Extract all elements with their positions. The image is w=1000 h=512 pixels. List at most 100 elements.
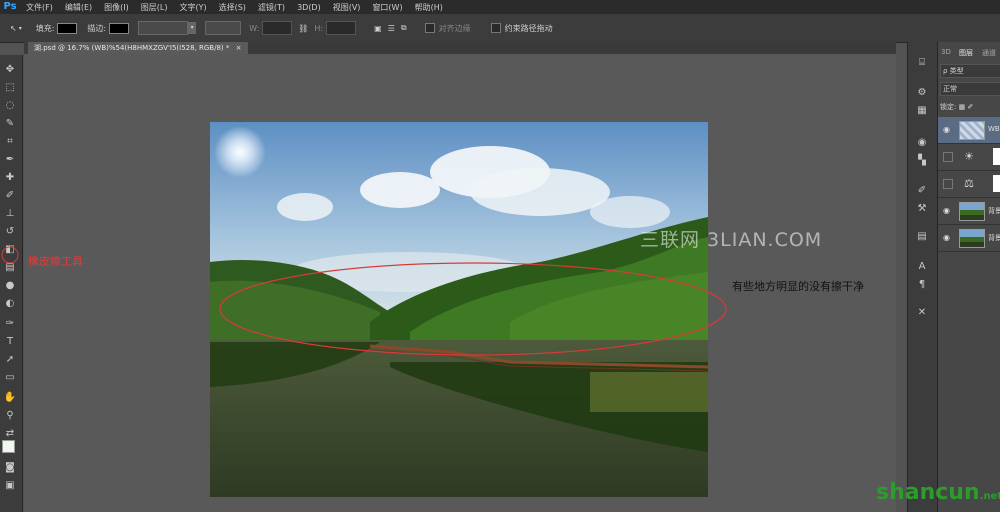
visibility-toggle[interactable] bbox=[943, 179, 953, 189]
align-edges-checkbox[interactable] bbox=[424, 23, 435, 33]
menu-file[interactable]: 文件(F) bbox=[20, 2, 59, 13]
blend-mode-value: 正常 bbox=[943, 85, 957, 93]
paragraph-icon[interactable]: ¶ bbox=[915, 278, 929, 292]
fill-swatch[interactable] bbox=[57, 22, 78, 34]
stroke-width-dropdown[interactable]: ▾ bbox=[135, 21, 197, 35]
menu-filter[interactable]: 滤镜(T) bbox=[252, 2, 291, 13]
layer-filter-dropdown[interactable]: ρ 类型 bbox=[940, 64, 1000, 78]
menu-type[interactable]: 文字(Y) bbox=[173, 2, 212, 13]
stroke-type-dropdown[interactable] bbox=[202, 21, 242, 35]
tab-layers[interactable]: 图层 bbox=[959, 48, 973, 58]
menu-3d[interactable]: 3D(D) bbox=[291, 3, 327, 12]
visibility-toggle[interactable] bbox=[943, 152, 953, 162]
brush-preset-icon[interactable]: ✐ bbox=[915, 184, 929, 198]
height-field[interactable] bbox=[326, 21, 357, 35]
eyedropper-tool-icon[interactable]: ✒ bbox=[3, 153, 17, 167]
stroke-width-field[interactable] bbox=[138, 21, 189, 35]
site-logo-text: shancun bbox=[876, 480, 980, 505]
rectangle-tool-icon[interactable]: ▭ bbox=[3, 371, 17, 385]
clone-stamp-tool-icon[interactable]: ⊥ bbox=[3, 207, 17, 221]
pen-tool-icon[interactable]: ✑ bbox=[3, 317, 17, 331]
note-annotation: 有些地方明显的没有擦干净 bbox=[732, 280, 864, 293]
character-icon[interactable]: A bbox=[915, 260, 929, 274]
height-control[interactable]: H: bbox=[314, 21, 357, 35]
tool-presets-icon[interactable]: ⚒ bbox=[915, 202, 929, 216]
path-arrangement-icon[interactable]: ⧉ bbox=[401, 23, 407, 33]
balance-adjustment-icon: ⚖ bbox=[964, 177, 974, 190]
layer-thumbnail bbox=[959, 229, 985, 248]
w-label: W: bbox=[249, 23, 260, 33]
menu-edit[interactable]: 编辑(E) bbox=[59, 2, 98, 13]
layer-name: 背景 bbox=[988, 234, 1000, 242]
constrain-path-control[interactable]: 约束路径拖动 bbox=[490, 23, 553, 34]
fill-control[interactable]: 填充: bbox=[36, 22, 78, 34]
stroke-control[interactable]: 描边: bbox=[87, 22, 130, 34]
menu-window[interactable]: 窗口(W) bbox=[366, 2, 408, 13]
adjustments-icon[interactable]: ⚙ bbox=[915, 86, 929, 100]
layer-row[interactable]: ☀ bbox=[938, 144, 1000, 171]
quick-select-tool-icon[interactable]: ✎ bbox=[3, 117, 17, 131]
menu-view[interactable]: 视图(V) bbox=[327, 2, 367, 13]
history-icon[interactable]: ⌸ bbox=[915, 56, 929, 70]
menu-layer[interactable]: 图层(L) bbox=[135, 2, 174, 13]
navigator-icon[interactable]: ◉ bbox=[915, 136, 929, 150]
menu-select[interactable]: 选择(S) bbox=[213, 2, 252, 13]
swap-colors-icon[interactable]: ⇄ bbox=[3, 427, 17, 441]
annotation-circle bbox=[1, 246, 19, 264]
width-field[interactable] bbox=[262, 21, 293, 35]
eye-icon[interactable]: ◉ bbox=[943, 233, 951, 242]
history-brush-tool-icon[interactable]: ↺ bbox=[3, 225, 17, 239]
lock-transparency-icon[interactable]: ▦ bbox=[959, 103, 966, 111]
site-logo-suffix: .net bbox=[979, 491, 1000, 502]
marquee-tool-icon[interactable]: ⬚ bbox=[3, 81, 17, 95]
stroke-swatch[interactable] bbox=[109, 22, 130, 34]
link-icon[interactable]: ⛓ bbox=[298, 24, 308, 33]
swatches-icon[interactable]: ▦ bbox=[915, 104, 929, 118]
crop-tool-icon[interactable]: ⌗ bbox=[3, 135, 17, 149]
clone-source-icon[interactable]: ▤ bbox=[915, 230, 929, 244]
lasso-tool-icon[interactable]: ◌ bbox=[3, 99, 17, 113]
dodge-tool-icon[interactable]: ◐ bbox=[3, 297, 17, 311]
align-edges-control[interactable]: 对齐边缘 bbox=[424, 23, 471, 34]
options-bar: ↖ ▾ 填充: 描边: ▾ W: ⛓ H: ▣ ☰ ⧉ 对齐边缘 约束路径拖动 bbox=[0, 14, 1000, 43]
path-operations-icon[interactable]: ▣ bbox=[374, 24, 382, 33]
layer-row[interactable]: ⚖ bbox=[938, 171, 1000, 198]
screen-mode-icon[interactable]: ▣ bbox=[3, 479, 17, 493]
annotation-ellipse bbox=[219, 262, 727, 356]
tab-3d[interactable]: 3D bbox=[941, 48, 951, 56]
chevron-down-icon: ▾ bbox=[188, 22, 197, 34]
layer-row[interactable]: ◉ 背景 bbox=[938, 198, 1000, 225]
blend-mode-dropdown[interactable]: 正常 bbox=[940, 82, 1000, 96]
healing-brush-tool-icon[interactable]: ✚ bbox=[3, 171, 17, 185]
layer-row[interactable]: ◉ WB bbox=[938, 117, 1000, 144]
menu-image[interactable]: 图像(I) bbox=[98, 2, 135, 13]
eye-icon[interactable]: ◉ bbox=[943, 206, 951, 215]
layer-row[interactable]: ◉ 背景 bbox=[938, 225, 1000, 252]
lock-paint-icon[interactable]: ✐ bbox=[967, 103, 973, 111]
tools-settings-icon[interactable]: ✕ bbox=[915, 306, 929, 320]
histogram-icon[interactable]: ▚ bbox=[915, 154, 929, 168]
close-icon[interactable]: × bbox=[236, 44, 242, 52]
tools-panel: ✥ ⬚ ◌ ✎ ⌗ ✒ ✚ ✐ ⊥ ↺ ◧ ▤ ● ◐ ✑ T ➚ ▭ ✋ ⚲ … bbox=[0, 55, 23, 512]
zoom-tool-icon[interactable]: ⚲ bbox=[3, 409, 17, 423]
width-control[interactable]: W: bbox=[249, 21, 293, 35]
path-selection-tool-icon[interactable]: ➚ bbox=[3, 353, 17, 367]
stroke-type-field[interactable] bbox=[205, 21, 242, 35]
brush-tool-icon[interactable]: ✐ bbox=[3, 189, 17, 203]
tab-channels[interactable]: 通道 bbox=[982, 48, 996, 58]
quick-mask-icon[interactable]: ◙ bbox=[3, 461, 17, 475]
menu-help[interactable]: 帮助(H) bbox=[409, 2, 449, 13]
document-tab[interactable]: 湖.psd @ 16.7% (WB)%54(H8HMXZGV'I5(I528, … bbox=[28, 42, 248, 54]
eye-icon[interactable]: ◉ bbox=[943, 125, 951, 134]
layer-thumbnail bbox=[959, 202, 985, 221]
blur-tool-icon[interactable]: ● bbox=[3, 279, 17, 293]
foreground-color-swatch[interactable] bbox=[2, 440, 15, 453]
hand-tool-icon[interactable]: ✋ bbox=[3, 391, 17, 405]
eraser-tool-annotation: 橡皮擦工具 bbox=[28, 255, 83, 268]
tool-preset-picker[interactable]: ↖ ▾ bbox=[10, 24, 22, 33]
path-alignment-icon[interactable]: ☰ bbox=[388, 24, 395, 33]
move-tool-icon[interactable]: ✥ bbox=[3, 63, 17, 77]
constrain-path-checkbox[interactable] bbox=[490, 23, 501, 33]
chevron-down-icon: ▾ bbox=[18, 24, 22, 32]
type-tool-icon[interactable]: T bbox=[3, 335, 17, 349]
